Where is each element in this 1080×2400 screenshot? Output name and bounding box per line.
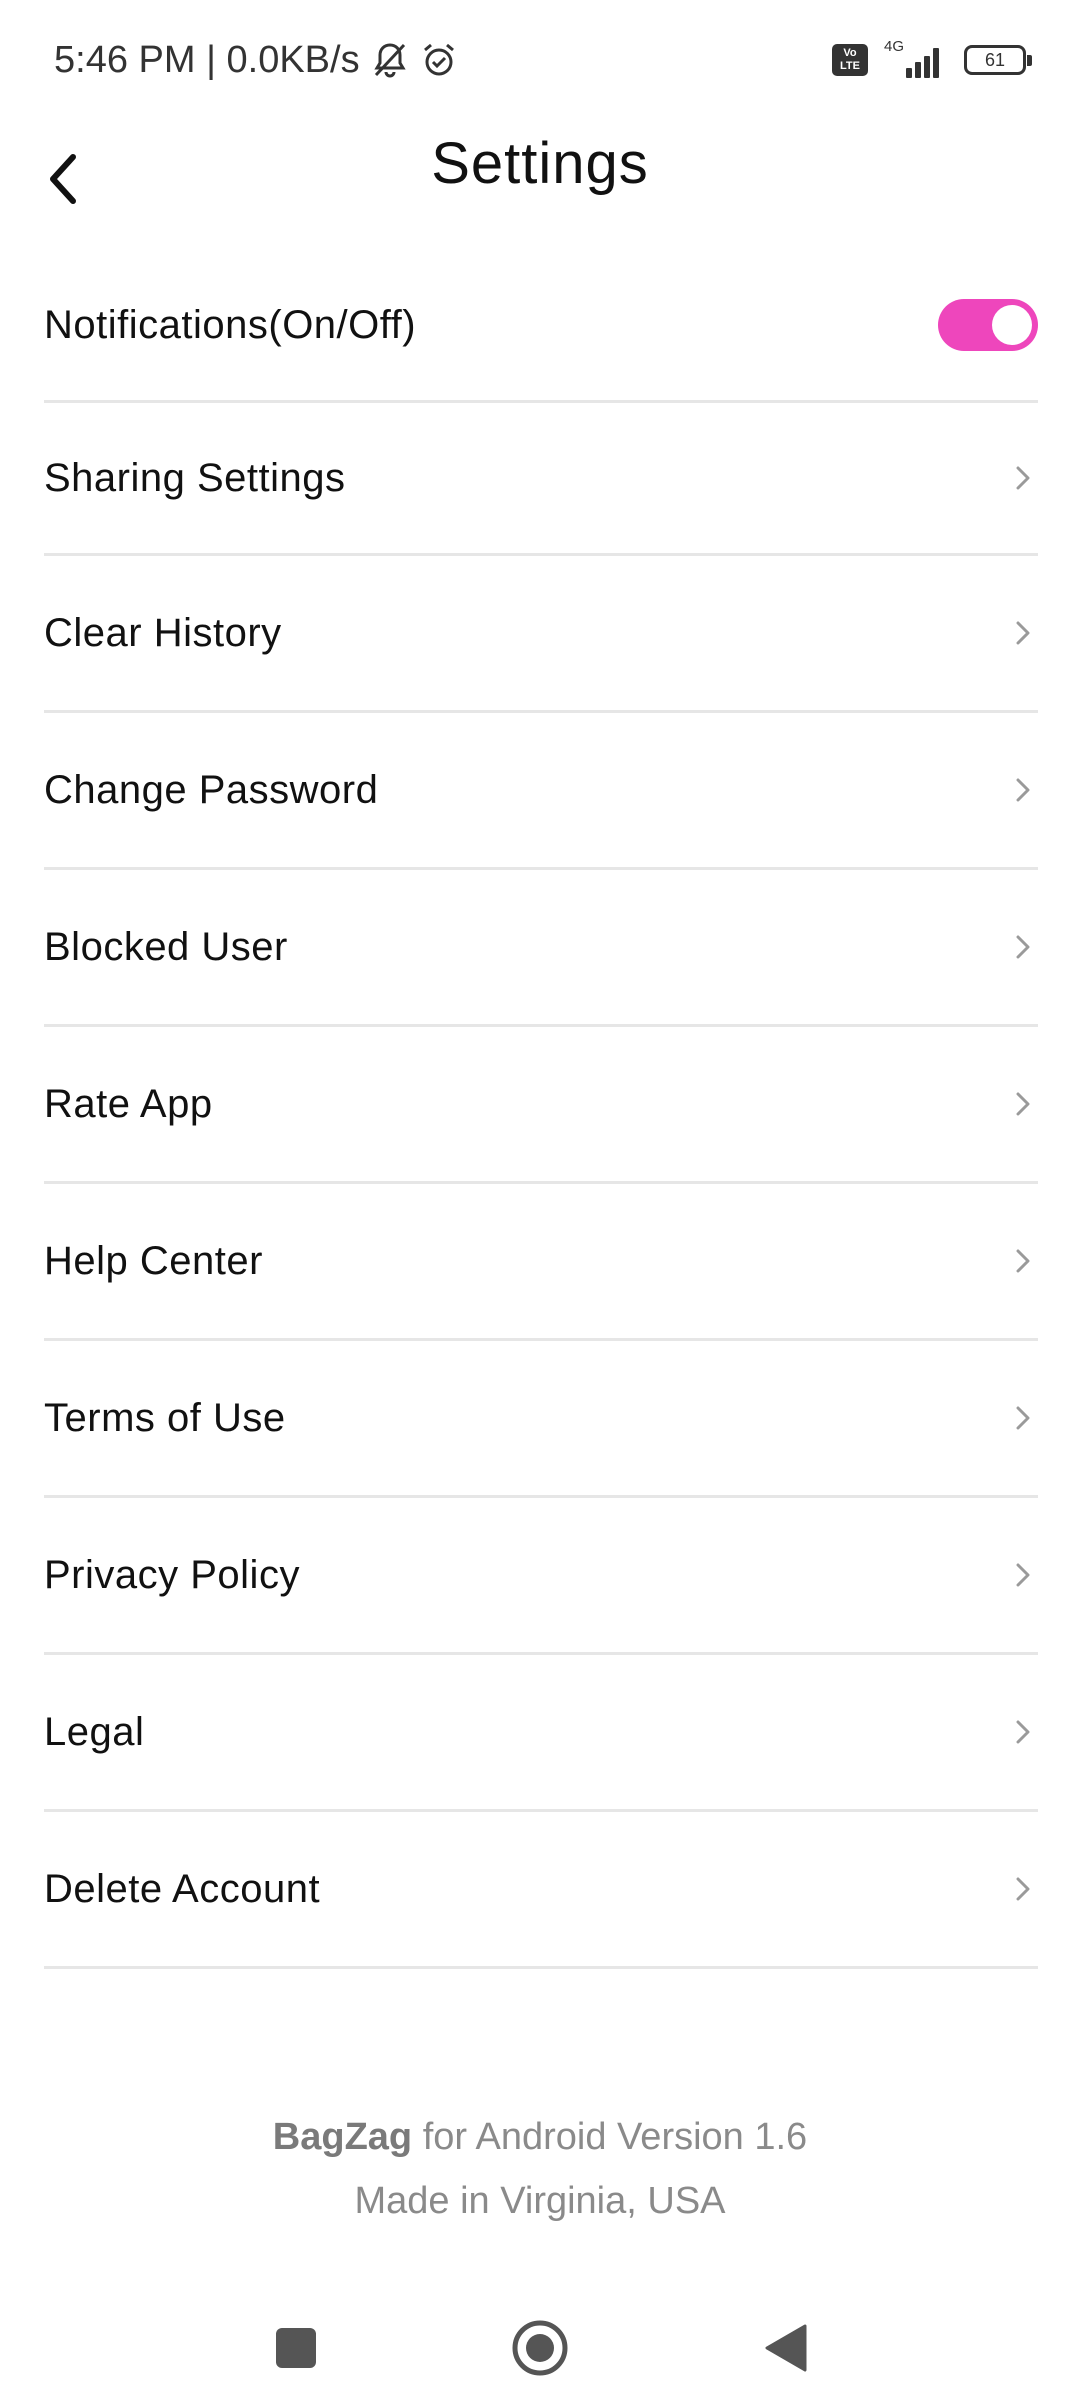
settings-row-legal[interactable]: Legal xyxy=(44,1655,1038,1812)
chevron-right-icon xyxy=(1008,1712,1038,1752)
settings-row-label: Terms of Use xyxy=(44,1395,286,1440)
toggle-knob xyxy=(992,305,1032,345)
chevron-right-icon xyxy=(1008,770,1038,810)
settings-row-label: Legal xyxy=(44,1709,145,1754)
chevron-right-icon xyxy=(1008,1398,1038,1438)
signal-icon: 4G xyxy=(884,38,948,78)
home-button[interactable] xyxy=(500,2308,580,2388)
settings-row-label: Help Center xyxy=(44,1238,263,1283)
settings-row-label: Privacy Policy xyxy=(44,1552,300,1597)
network-type: 4G xyxy=(884,38,905,55)
status-right: Vo LTE 4G 61 xyxy=(832,38,1032,78)
made-in-text: Made in Virginia, USA xyxy=(354,2180,726,2222)
status-bar: 5:46 PM | 0.0KB/s Vo LTE 4G 61 xyxy=(0,0,1080,120)
muted-bell-icon xyxy=(372,41,408,79)
notifications-row: Notifications(On/Off) xyxy=(44,250,1038,403)
chevron-right-icon xyxy=(1008,1241,1038,1281)
battery-level: 61 xyxy=(984,50,1006,70)
status-left: 5:46 PM | 0.0KB/s xyxy=(54,39,458,82)
battery-icon: 61 xyxy=(964,45,1032,75)
recents-button[interactable] xyxy=(256,2308,336,2388)
volte-badge: Vo LTE xyxy=(832,44,868,76)
settings-list: Notifications(On/Off) Sharing Settings Cl… xyxy=(44,250,1038,1969)
settings-row-label: Delete Account xyxy=(44,1866,321,1911)
chevron-right-icon xyxy=(1008,458,1038,498)
circle-icon xyxy=(512,2320,568,2376)
app-info-footer: BagZag for Android Version 1.6 Made in V… xyxy=(0,2105,1080,2233)
settings-row-privacy-policy[interactable]: Privacy Policy xyxy=(44,1498,1038,1655)
chevron-right-icon xyxy=(1008,1555,1038,1595)
version-line: BagZag for Android Version 1.6 xyxy=(0,2105,1080,2169)
notifications-toggle[interactable] xyxy=(938,299,1038,351)
settings-row-rate-app[interactable]: Rate App xyxy=(44,1027,1038,1184)
chevron-right-icon xyxy=(1008,927,1038,967)
settings-row-blocked-user[interactable]: Blocked User xyxy=(44,870,1038,1027)
settings-row-change-password[interactable]: Change Password xyxy=(44,713,1038,870)
chevron-right-icon xyxy=(1008,1869,1038,1909)
status-time-speed: 5:46 PM | 0.0KB/s xyxy=(54,38,360,81)
settings-row-delete-account[interactable]: Delete Account xyxy=(44,1812,1038,1969)
alarm-icon xyxy=(420,41,458,79)
settings-screen: 5:46 PM | 0.0KB/s Vo LTE 4G 61 Settings … xyxy=(0,0,1080,2400)
settings-row-label: Blocked User xyxy=(44,924,288,969)
chevron-right-icon xyxy=(1008,613,1038,653)
system-nav-bar xyxy=(0,2290,1080,2400)
square-icon xyxy=(276,2328,316,2368)
settings-row-help-center[interactable]: Help Center xyxy=(44,1184,1038,1341)
settings-row-label: Clear History xyxy=(44,610,282,655)
settings-row-label: Change Password xyxy=(44,767,379,812)
version-text: for Android Version 1.6 xyxy=(422,2116,808,2158)
triangle-icon xyxy=(765,2324,807,2372)
notifications-label: Notifications(On/Off) xyxy=(44,302,417,347)
chevron-right-icon xyxy=(1008,1084,1038,1124)
system-back-button[interactable] xyxy=(746,2308,826,2388)
settings-row-clear-history[interactable]: Clear History xyxy=(44,556,1038,713)
settings-row-label: Rate App xyxy=(44,1081,213,1126)
page-title: Settings xyxy=(431,131,649,196)
header: Settings xyxy=(0,120,1080,250)
settings-row-label: Sharing Settings xyxy=(44,455,346,500)
settings-row-sharing-settings[interactable]: Sharing Settings xyxy=(44,403,1038,556)
brand-name: BagZag xyxy=(272,2116,413,2158)
settings-row-terms-of-use[interactable]: Terms of Use xyxy=(44,1341,1038,1498)
